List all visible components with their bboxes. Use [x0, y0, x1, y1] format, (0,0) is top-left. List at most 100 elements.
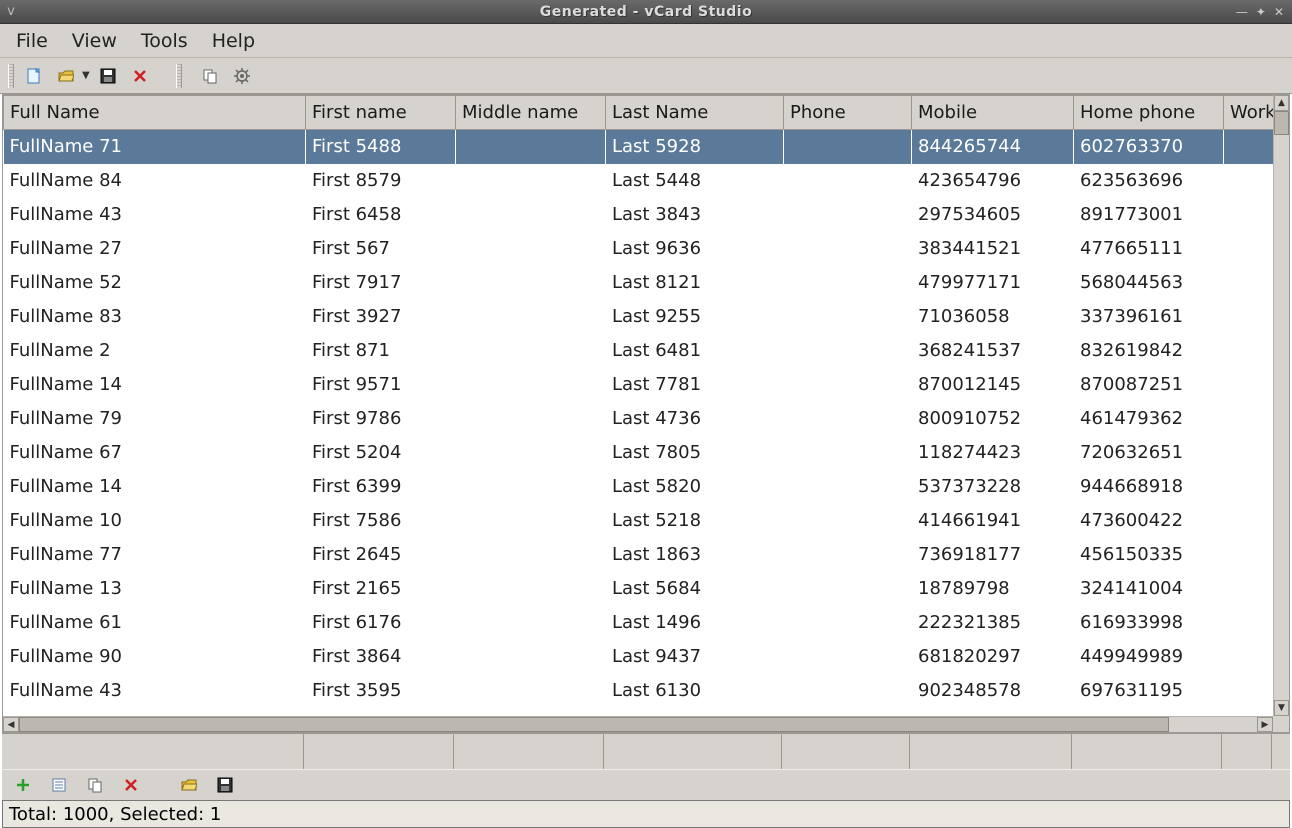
detail-cell[interactable] — [1222, 734, 1272, 769]
cell — [456, 164, 606, 198]
table-row[interactable]: FullName 83First 3927Last 92557103605833… — [4, 300, 1274, 334]
vertical-scrollbar[interactable]: ▲ ▼ — [1273, 95, 1289, 716]
column-header[interactable]: Middle name — [456, 96, 606, 130]
column-header[interactable]: Mobile — [912, 96, 1074, 130]
save-button[interactable] — [94, 63, 122, 89]
table-row[interactable]: FullName 90First 3864Last 94376818202974… — [4, 640, 1274, 674]
minimize-icon[interactable]: — — [1236, 5, 1248, 19]
close-icon[interactable]: ✕ — [1274, 5, 1284, 19]
table-row[interactable]: FullName 27First 567Last 963638344152147… — [4, 232, 1274, 266]
table-row[interactable]: FullName 2First 871Last 6481368241537832… — [4, 334, 1274, 368]
save-contact-button[interactable] — [212, 774, 238, 796]
column-header[interactable]: Phone — [784, 96, 912, 130]
detail-cell[interactable] — [2, 734, 304, 769]
menu-file[interactable]: File — [6, 26, 58, 56]
cell: 423654796 — [912, 164, 1074, 198]
scroll-down-icon[interactable]: ▼ — [1274, 700, 1289, 716]
cell: 870087251 — [1074, 368, 1224, 402]
table-row[interactable]: FullName 10First 7586Last 52184146619414… — [4, 504, 1274, 538]
cell: 118274423 — [912, 436, 1074, 470]
open-contact-button[interactable] — [176, 774, 202, 796]
column-header[interactable]: First name — [306, 96, 456, 130]
cell: First 6399 — [306, 470, 456, 504]
vscroll-thumb[interactable] — [1274, 111, 1289, 135]
table-row[interactable]: FullName 77First 2645Last 18637369181774… — [4, 538, 1274, 572]
cell — [456, 198, 606, 232]
cell: FullName 43 — [4, 198, 306, 232]
cell: 456150335 — [1074, 538, 1224, 572]
table-row[interactable]: FullName 71First 5488Last 59288442657446… — [4, 130, 1274, 164]
table-row[interactable]: FullName 52First 7917Last 81214799771715… — [4, 266, 1274, 300]
detail-cell[interactable] — [910, 734, 1072, 769]
cell: First 6176 — [306, 606, 456, 640]
cell: Last 5448 — [606, 164, 784, 198]
cell — [456, 572, 606, 606]
cell: 602763370 — [1074, 130, 1224, 164]
statusbar: Total: 1000, Selected: 1 — [2, 800, 1290, 828]
cell — [1224, 640, 1274, 674]
open-file-button[interactable] — [52, 63, 80, 89]
detail-cell[interactable] — [1072, 734, 1222, 769]
column-header[interactable]: Full Name — [4, 96, 306, 130]
table-row[interactable]: FullName 84First 8579Last 54484236547966… — [4, 164, 1274, 198]
table-row[interactable]: FullName 61First 6176Last 14962223213856… — [4, 606, 1274, 640]
contacts-table[interactable]: Full NameFirst nameMiddle nameLast NameP… — [3, 95, 1273, 716]
toolbar-grip-2[interactable] — [176, 64, 182, 88]
copy-button[interactable] — [196, 63, 224, 89]
table-header-row[interactable]: Full NameFirst nameMiddle nameLast NameP… — [4, 96, 1274, 130]
column-header[interactable]: Last Name — [606, 96, 784, 130]
table-row[interactable]: FullName 43First 6458Last 38432975346058… — [4, 198, 1274, 232]
table-row[interactable]: FullName 43First 3595Last 61309023485786… — [4, 674, 1274, 708]
maximize-icon[interactable]: ✦ — [1256, 5, 1266, 19]
cell — [1224, 198, 1274, 232]
cell: 337396161 — [1074, 300, 1224, 334]
scroll-right-icon[interactable]: ▶ — [1257, 717, 1273, 732]
cell: Last 5820 — [606, 470, 784, 504]
open-dropdown-icon[interactable]: ▼ — [82, 70, 92, 81]
settings-button[interactable] — [228, 63, 256, 89]
cell — [456, 606, 606, 640]
list-button[interactable] — [46, 774, 72, 796]
toolbar-grip[interactable] — [8, 64, 14, 88]
menu-view[interactable]: View — [62, 26, 127, 56]
scroll-left-icon[interactable]: ◀ — [3, 717, 19, 732]
cell: FullName 67 — [4, 436, 306, 470]
main-toolbar: ▼ — [0, 58, 1292, 94]
add-button[interactable] — [10, 774, 36, 796]
remove-button[interactable] — [118, 774, 144, 796]
hscroll-thumb[interactable] — [19, 717, 1169, 732]
table-row[interactable]: FullName 14First 9571Last 77818700121458… — [4, 368, 1274, 402]
cell: FullName 10 — [4, 504, 306, 538]
column-header[interactable]: Work — [1224, 96, 1274, 130]
cell — [784, 504, 912, 538]
menu-help[interactable]: Help — [202, 26, 265, 56]
detail-cell[interactable] — [782, 734, 910, 769]
menu-tools[interactable]: Tools — [131, 26, 198, 56]
cell — [1224, 470, 1274, 504]
table-row[interactable]: FullName 14First 6399Last 58205373732289… — [4, 470, 1274, 504]
detail-cell[interactable] — [454, 734, 604, 769]
cell: 891773001 — [1074, 198, 1224, 232]
cell — [784, 640, 912, 674]
column-header[interactable]: Home phone — [1074, 96, 1224, 130]
cell: FullName 52 — [4, 266, 306, 300]
table-row[interactable]: FullName 79First 9786Last 47368009107524… — [4, 402, 1274, 436]
menubar: File View Tools Help — [0, 24, 1292, 58]
new-file-button[interactable] — [20, 63, 48, 89]
cell: First 9571 — [306, 368, 456, 402]
table-row[interactable]: FullName 67First 5204Last 78051182744237… — [4, 436, 1274, 470]
table-row[interactable]: FullName 13First 2165Last 56841878979832… — [4, 572, 1274, 606]
copy-contact-button[interactable] — [82, 774, 108, 796]
cell: First 5204 — [306, 436, 456, 470]
cell: First 8579 — [306, 164, 456, 198]
delete-button[interactable] — [126, 63, 154, 89]
detail-cell[interactable] — [604, 734, 782, 769]
cell: 473600422 — [1074, 504, 1224, 538]
cell — [456, 300, 606, 334]
window-title: Generated - vCard Studio — [0, 4, 1292, 20]
horizontal-scrollbar[interactable]: ◀ ▶ — [3, 716, 1273, 732]
detail-cell[interactable] — [304, 734, 454, 769]
cell — [456, 674, 606, 708]
scroll-up-icon[interactable]: ▲ — [1274, 95, 1289, 111]
titlebar[interactable]: v Generated - vCard Studio — ✦ ✕ — [0, 0, 1292, 24]
